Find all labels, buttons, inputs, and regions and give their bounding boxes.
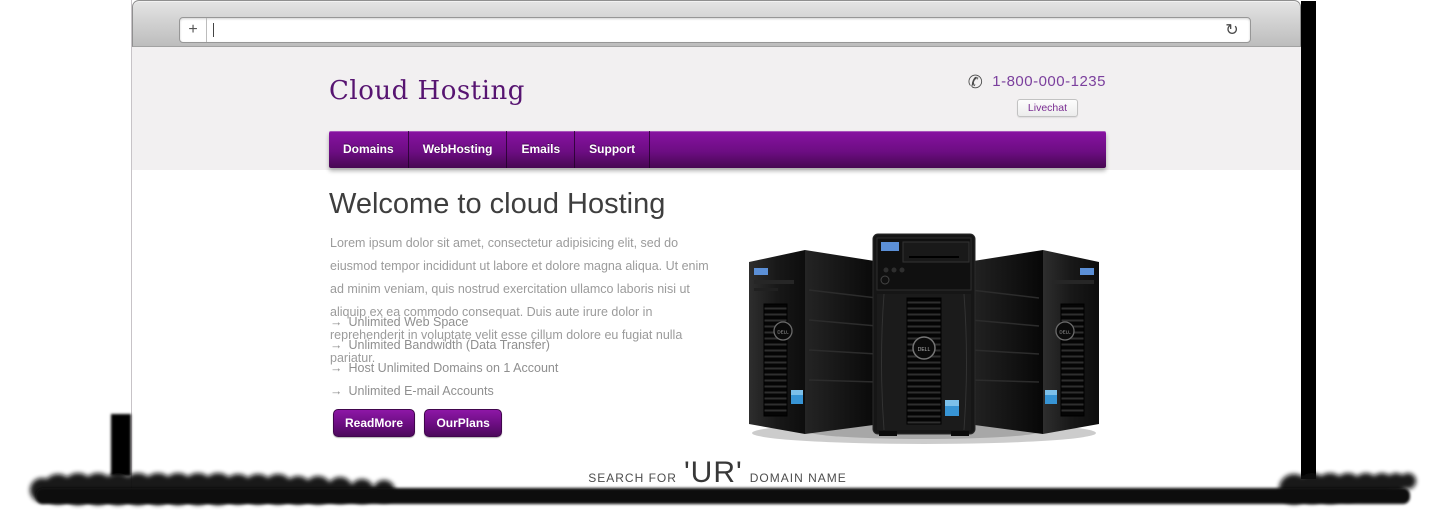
reload-icon[interactable]: ↻ — [1220, 19, 1244, 41]
feature-item: → Unlimited Bandwidth (Data Transfer) — [330, 339, 558, 352]
server-tower-left: DELL — [749, 250, 881, 434]
server-tower-right: DELL — [967, 250, 1099, 434]
server-tower-center: DELL — [873, 234, 975, 436]
feature-item: → Unlimited Web Space — [330, 316, 558, 329]
nav-item-support[interactable]: Support — [575, 131, 650, 168]
feature-text: Unlimited Web Space — [349, 315, 469, 329]
page-title: Welcome to cloud Hosting — [329, 188, 665, 221]
feature-text: Unlimited Bandwidth (Data Transfer) — [349, 338, 550, 352]
feature-list: → Unlimited Web Space → Unlimited Bandwidt… — [330, 316, 558, 408]
ourplans-button[interactable]: OurPlans — [424, 409, 501, 437]
phone-icon: ✆ — [968, 72, 983, 92]
domain-search-banner: SEARCH FOR 'UR' DOMAIN NAME — [588, 456, 847, 490]
new-tab-button[interactable]: + — [180, 18, 207, 42]
feature-item: → Host Unlimited Domains on 1 Account — [330, 362, 558, 375]
browser-window: + ↻ Cloud Hosting ✆ 1-800-000-1235 Livec… — [131, 0, 1301, 491]
arrow-icon: → — [330, 384, 343, 398]
search-suffix: DOMAIN NAME — [750, 471, 847, 485]
phone-contact: ✆ 1-800-000-1235 — [968, 72, 1106, 93]
server-towers-image: DELL DELL — [743, 228, 1105, 446]
window-edge-shadow — [1301, 1, 1316, 479]
readmore-button[interactable]: ReadMore — [333, 409, 415, 437]
arrow-icon: → — [330, 361, 343, 375]
nav-item-emails[interactable]: Emails — [507, 131, 575, 168]
screenshot-stage: + ↻ Cloud Hosting ✆ 1-800-000-1235 Livec… — [0, 0, 1435, 510]
feature-text: Unlimited E-mail Accounts — [349, 384, 494, 398]
cta-buttons: ReadMore OurPlans — [333, 409, 507, 437]
livechat-button[interactable]: Livechat — [1017, 99, 1078, 117]
svg-text:DELL: DELL — [1059, 330, 1071, 335]
svg-text:DELL: DELL — [918, 347, 931, 353]
page-content: Cloud Hosting ✆ 1-800-000-1235 Livechat … — [329, 0, 1106, 491]
nav-item-domains[interactable]: Domains — [329, 131, 409, 168]
nav-item-webhosting[interactable]: WebHosting — [409, 131, 508, 168]
site-logo[interactable]: Cloud Hosting — [329, 76, 525, 106]
text-caret — [213, 23, 214, 37]
feature-text: Host Unlimited Domains on 1 Account — [349, 361, 559, 375]
arrow-icon: → — [330, 338, 343, 352]
arrow-icon: → — [330, 315, 343, 329]
search-prefix: SEARCH FOR — [588, 471, 677, 485]
search-highlight: 'UR' — [684, 456, 743, 490]
phone-number: 1-800-000-1235 — [992, 73, 1106, 90]
main-nav: Domains WebHosting Emails Support — [329, 131, 1106, 168]
svg-text:DELL: DELL — [777, 330, 789, 335]
feature-item: → Unlimited E-mail Accounts — [330, 385, 558, 398]
